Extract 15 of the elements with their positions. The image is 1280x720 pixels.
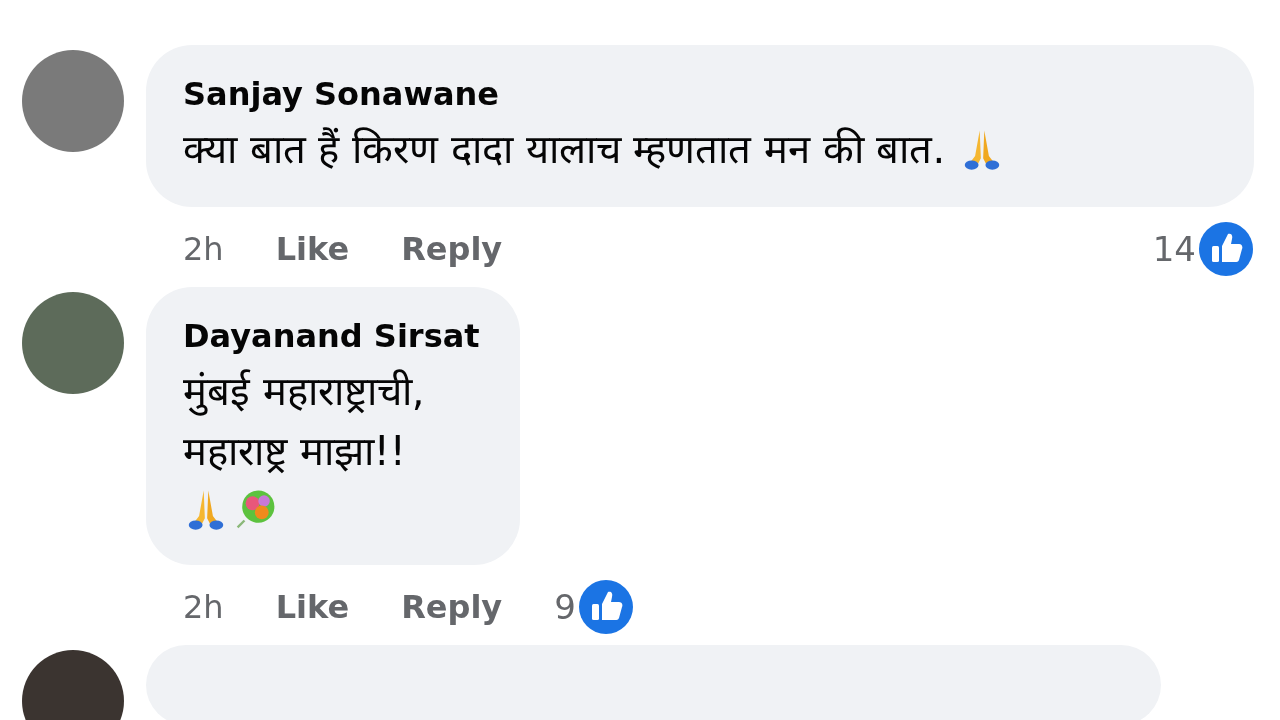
timestamp[interactable]: 2h — [183, 588, 224, 626]
thumbs-up-icon — [577, 579, 634, 635]
like-button[interactable]: Like — [275, 230, 350, 268]
reaction-count[interactable]: 9 — [554, 587, 576, 627]
thumbs-up-icon — [1198, 221, 1254, 277]
reply-button[interactable]: Reply — [401, 588, 503, 626]
comment-text: महाराष्ट्र माझा!! — [183, 427, 406, 476]
timestamp[interactable]: 2h — [183, 230, 224, 268]
like-button[interactable]: Like — [275, 588, 350, 626]
reaction-count[interactable]: 14 — [1152, 229, 1196, 269]
author-name[interactable]: Sanjay Sonawane — [183, 75, 1214, 113]
author-name[interactable]: Dayanand Sirsat — [183, 317, 480, 355]
comment-text: क्या बात हैं किरण दादा यालाच म्हणतात मन की बात. — [183, 125, 946, 174]
comment-text: मुंबई महाराष्ट्राची, — [183, 367, 425, 418]
reply-button[interactable]: Reply — [401, 230, 503, 268]
